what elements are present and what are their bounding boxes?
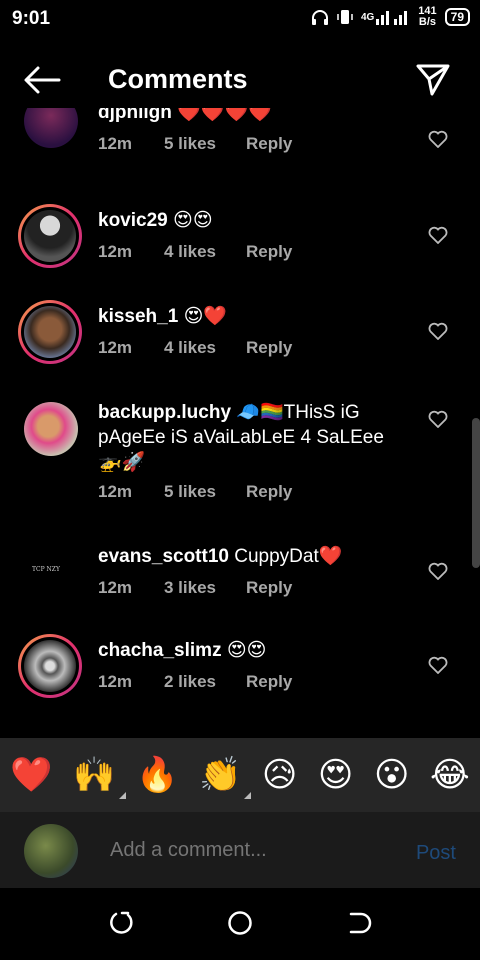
home-icon[interactable]: [227, 910, 253, 936]
status-time: 9:01: [12, 8, 51, 29]
comment-time: 12m: [98, 134, 133, 153]
reply-button[interactable]: Reply: [246, 134, 292, 154]
comment-text: backupp.luchy 🧢🏳️‍🌈THisS iG pAgeEe iS aV…: [98, 400, 408, 475]
emoji-glyph: 👏: [199, 756, 242, 794]
comment-body: 😍😍: [173, 210, 213, 231]
back-nav-icon[interactable]: [347, 910, 373, 936]
emoji-quick-bar: ❤️ 🙌 🔥 👏 😥 😍 😮 😂: [0, 738, 480, 812]
comment-likes[interactable]: 5 likes: [164, 134, 246, 154]
emoji-fire[interactable]: 🔥: [136, 755, 178, 795]
scrollbar-thumb[interactable]: [472, 418, 480, 568]
emoji-sad[interactable]: 😥: [262, 755, 297, 795]
emoji-clap[interactable]: 👏: [199, 755, 252, 799]
avatar[interactable]: [24, 108, 78, 148]
comment-time: 12m: [98, 242, 133, 261]
skin-tone-indicator-icon: [244, 792, 252, 799]
network-speed: 141 B/s: [418, 6, 436, 28]
comment-username[interactable]: chacha_slimz: [98, 640, 222, 661]
comment-likes[interactable]: 4 likes: [164, 242, 246, 262]
avatar[interactable]: [18, 204, 82, 268]
comment-meta: 12m 2 likes Reply: [98, 672, 292, 692]
comments-list[interactable]: djphiign ❤️❤️❤️❤️ 12m 5 likes Reply kovi…: [0, 108, 480, 738]
reply-button[interactable]: Reply: [246, 482, 292, 502]
comment-item: TCP NZY evans_scott10 CuppyDat❤️ 12m 3 l…: [0, 544, 480, 624]
emoji-laughing[interactable]: 😂: [430, 755, 470, 795]
signal-icon: [376, 11, 408, 25]
battery-indicator: 79: [444, 8, 470, 26]
comment-likes[interactable]: 2 likes: [164, 672, 246, 692]
comment-time: 12m: [98, 578, 133, 597]
avatar[interactable]: TCP NZY: [24, 544, 78, 598]
comment-username[interactable]: backupp.luchy: [98, 402, 231, 423]
reply-button[interactable]: Reply: [246, 578, 292, 598]
system-nav-bar: [0, 888, 480, 960]
comment-meta: 12m 4 likes Reply: [98, 338, 292, 358]
comment-meta: 12m 4 likes Reply: [98, 242, 292, 262]
comment-likes[interactable]: 3 likes: [164, 578, 246, 598]
emoji-surprised[interactable]: 😮: [374, 755, 409, 795]
like-heart-icon[interactable]: [428, 130, 448, 148]
comment-time: 12m: [98, 482, 133, 501]
post-button[interactable]: Post: [416, 842, 456, 865]
send-icon[interactable]: [416, 62, 450, 96]
comment-item: backupp.luchy 🧢🏳️‍🌈THisS iG pAgeEe iS aV…: [0, 400, 480, 530]
avatar[interactable]: [18, 300, 82, 364]
comment-text: chacha_slimz 😍😍: [98, 638, 408, 663]
comment-input[interactable]: [108, 838, 392, 863]
comment-item: kisseh_1 😍❤️ 12m 4 likes Reply: [0, 300, 480, 380]
comment-item: djphiign ❤️❤️❤️❤️ 12m 5 likes Reply: [0, 108, 480, 174]
comment-text: evans_scott10 CuppyDat❤️: [98, 544, 408, 569]
page-title: Comments: [108, 64, 248, 94]
comment-item: kovic29 😍😍 12m 4 likes Reply: [0, 204, 480, 284]
net-speed-unit: B/s: [418, 16, 437, 28]
comment-username[interactable]: kovic29: [98, 210, 168, 231]
vibrate-icon: [337, 10, 353, 24]
like-heart-icon[interactable]: [428, 562, 448, 580]
comment-meta: 12m 5 likes Reply: [98, 482, 292, 502]
reply-button[interactable]: Reply: [246, 338, 292, 358]
emoji-raised-hands[interactable]: 🙌: [73, 755, 126, 799]
comment-time: 12m: [98, 338, 133, 357]
avatar[interactable]: [18, 634, 82, 698]
like-heart-icon[interactable]: [428, 410, 448, 428]
back-arrow-icon[interactable]: [22, 64, 62, 96]
comment-body: 😍❤️: [183, 306, 228, 327]
comment-meta: 12m 3 likes Reply: [98, 578, 292, 598]
comment-meta: 12m 5 likes Reply: [98, 134, 292, 154]
comment-text: kovic29 😍😍: [98, 208, 408, 233]
header: Comments: [0, 52, 480, 108]
signal-label: 4G: [360, 11, 375, 23]
headphones-icon: [311, 10, 328, 25]
my-avatar: [24, 824, 78, 878]
reply-button[interactable]: Reply: [246, 242, 292, 262]
comment-likes[interactable]: 5 likes: [164, 482, 246, 502]
status-icons: 4G 141 B/s 79: [311, 6, 470, 28]
comment-username[interactable]: djphiign: [98, 108, 172, 123]
avatar-text: TCP NZY: [32, 566, 60, 573]
recents-icon[interactable]: [108, 910, 134, 936]
avatar[interactable]: [24, 402, 78, 456]
emoji-heart[interactable]: ❤️: [10, 755, 52, 795]
comment-composer: Post: [0, 812, 480, 888]
comment-text: djphiign ❤️❤️❤️❤️: [98, 108, 408, 125]
reply-button[interactable]: Reply: [246, 672, 292, 692]
comment-body: 😍😍: [226, 640, 267, 661]
comment-body: CuppyDat❤️: [234, 546, 343, 567]
comment-time: 12m: [98, 672, 133, 691]
comment-username[interactable]: evans_scott10: [98, 546, 229, 567]
comment-username[interactable]: kisseh_1: [98, 306, 178, 327]
status-bar: 9:01 4G 141 B/s 79: [0, 0, 480, 36]
emoji-heart-eyes[interactable]: 😍: [318, 755, 353, 795]
comment-item: chacha_slimz 😍😍 12m 2 likes Reply: [0, 634, 480, 714]
like-heart-icon[interactable]: [428, 322, 448, 340]
emoji-glyph: 🙌: [73, 756, 116, 794]
comment-text: kisseh_1 😍❤️: [98, 304, 408, 329]
comment-body: ❤️❤️❤️❤️: [177, 108, 272, 123]
like-heart-icon[interactable]: [428, 226, 448, 244]
like-heart-icon[interactable]: [428, 656, 448, 674]
skin-tone-indicator-icon: [118, 792, 126, 799]
comment-likes[interactable]: 4 likes: [164, 338, 246, 358]
